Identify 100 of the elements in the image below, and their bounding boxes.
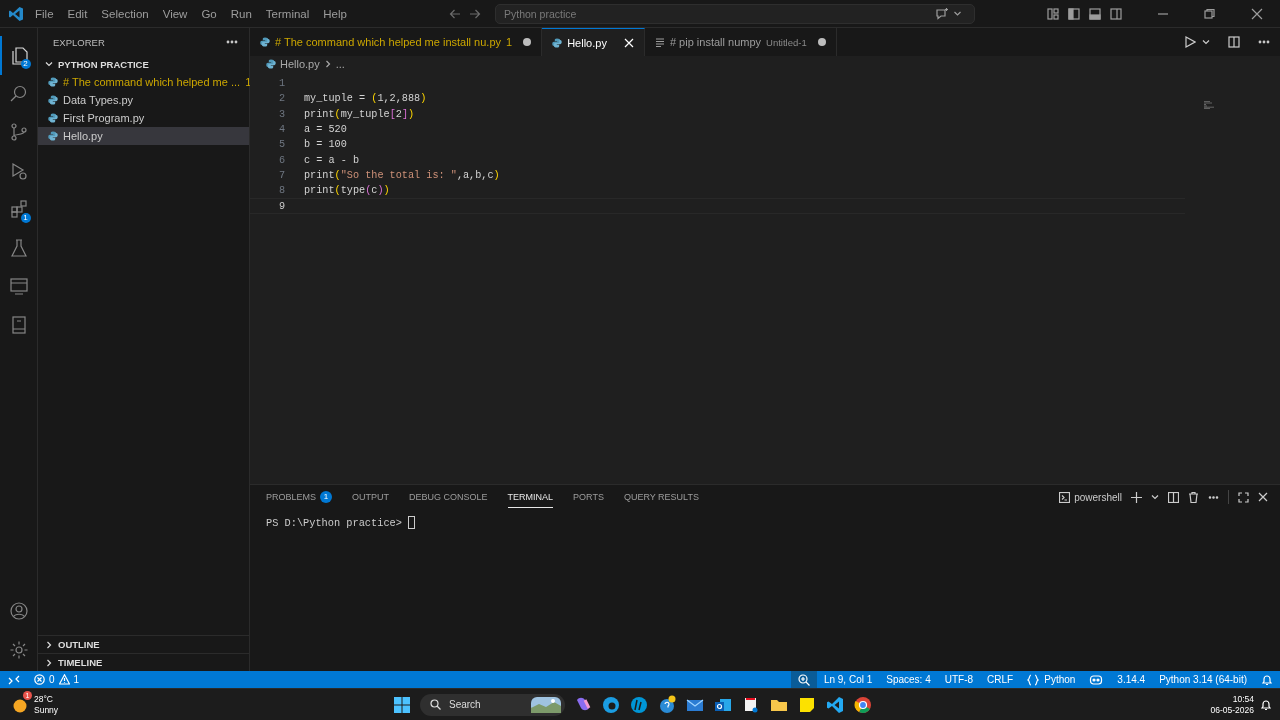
- panel-tab[interactable]: PORTS: [573, 486, 604, 508]
- bell-icon[interactable]: [1261, 673, 1273, 686]
- search-icon: [430, 699, 441, 710]
- clock-time: 10:54: [1232, 693, 1254, 705]
- files-icon[interactable]: [9, 45, 30, 66]
- terminal-selector[interactable]: powershell: [1059, 491, 1122, 503]
- explorer-entry[interactable]: Hello.py: [38, 127, 249, 145]
- status-item[interactable]: UTF-8: [937, 671, 981, 688]
- windows-logo-icon[interactable]: [392, 694, 412, 715]
- python-file-icon: [48, 77, 58, 87]
- python-file-icon: [260, 37, 270, 47]
- extensions-icon[interactable]: [8, 199, 29, 220]
- forward-arrow-icon[interactable]: [468, 7, 481, 20]
- sidebar-left-icon[interactable]: [1068, 7, 1080, 20]
- run-icon[interactable]: [1184, 36, 1196, 48]
- folder-header[interactable]: PYTHON PRACTICE: [38, 55, 249, 73]
- breadcrumb-item[interactable]: Hello.py: [280, 58, 320, 70]
- chevron-icon: [44, 59, 54, 69]
- menu-item[interactable]: Go: [194, 5, 224, 22]
- settings-icon[interactable]: [8, 639, 29, 660]
- tab-description: Untitled-1: [766, 36, 807, 48]
- search-icon[interactable]: [8, 83, 29, 104]
- line-number: 4: [277, 124, 285, 136]
- taskbar-search[interactable]: Search: [420, 693, 565, 716]
- account-icon[interactable]: [8, 601, 29, 622]
- edge-browser-icon[interactable]: [601, 694, 621, 715]
- command-center-search[interactable]: Python practice: [494, 3, 975, 24]
- split-terminal-icon[interactable]: [1168, 491, 1179, 503]
- status-item[interactable]: Ln 9, Col 1: [816, 671, 880, 688]
- problems-summary[interactable]: 0 1: [34, 674, 80, 685]
- close-icon[interactable]: [1258, 492, 1268, 502]
- status-item[interactable]: Python 3.14 (64-bit): [1152, 671, 1254, 688]
- section-header[interactable]: OUTLINE: [38, 635, 249, 653]
- chat-sparkle-icon[interactable]: [934, 6, 949, 21]
- file-name: # The command which helped me ...: [63, 76, 241, 88]
- vscode-icon[interactable]: [825, 694, 845, 715]
- chevron-icon[interactable]: [952, 9, 962, 18]
- explorer-entry[interactable]: First Program.py: [38, 109, 249, 127]
- chrome-browser-icon[interactable]: [853, 694, 873, 715]
- python-file-icon: [266, 59, 276, 69]
- clock-date: 06-05-2026: [1210, 704, 1254, 716]
- menu-item[interactable]: Selection: [94, 5, 156, 22]
- line-number: 2: [277, 93, 285, 105]
- zoom-icon[interactable]: [797, 673, 810, 686]
- flask-icon[interactable]: [8, 237, 29, 258]
- file-name: Hello.py: [63, 130, 103, 142]
- panel-tab[interactable]: DEBUG CONSOLE: [409, 486, 488, 508]
- terminal-icon: [1059, 491, 1071, 503]
- editor-tab[interactable]: # pip install numpy Untitled-1: [644, 28, 837, 56]
- line-number: 6: [277, 154, 285, 166]
- split-editor-icon[interactable]: [1228, 36, 1240, 48]
- panel-tab[interactable]: PROBLEMS 1: [266, 486, 332, 508]
- notification-bell-icon[interactable]: [1260, 698, 1272, 711]
- help-icon[interactable]: [657, 694, 677, 715]
- back-arrow-icon[interactable]: [448, 7, 461, 20]
- menu-item[interactable]: File: [28, 5, 61, 22]
- source-control-icon[interactable]: [8, 122, 29, 143]
- terminal-cursor: [407, 516, 415, 529]
- plus-icon[interactable]: [1131, 491, 1142, 503]
- status-item[interactable]: CRLF: [980, 671, 1021, 688]
- language-mode[interactable]: Python: [1020, 671, 1083, 688]
- menu-item[interactable]: Terminal: [258, 5, 317, 22]
- status-item[interactable]: 3.14.4: [1110, 671, 1153, 688]
- count-badge: 1: [20, 212, 31, 223]
- menu-item[interactable]: Help: [316, 5, 354, 22]
- maximize-icon[interactable]: [1238, 491, 1249, 503]
- hp-logo-icon[interactable]: [629, 694, 649, 715]
- line-number: 1: [277, 78, 285, 90]
- python-file-icon: [48, 113, 58, 123]
- menu-item[interactable]: Edit: [60, 5, 95, 22]
- panel-tab[interactable]: TERMINAL: [507, 486, 554, 508]
- sidebar-right-icon[interactable]: [1110, 7, 1122, 20]
- status-item[interactable]: Spaces: 4: [879, 671, 938, 688]
- layout-grid-icon[interactable]: [1047, 7, 1059, 20]
- line-number: 3: [277, 108, 285, 120]
- remote-explorer-icon[interactable]: [8, 276, 29, 297]
- chevron-icon: [323, 60, 332, 68]
- remote-icon[interactable]: [8, 673, 20, 686]
- weather-condition: Sunny: [34, 704, 59, 716]
- breadcrumb-item[interactable]: ...: [335, 58, 345, 70]
- chevron-icon[interactable]: [1202, 38, 1210, 46]
- panel-tab[interactable]: OUTPUT: [352, 486, 389, 508]
- code-line: c = a - b: [304, 154, 360, 166]
- chevron-icon[interactable]: [1151, 493, 1159, 501]
- trash-icon[interactable]: [1188, 491, 1199, 503]
- line-number: 5: [277, 139, 285, 151]
- braces-icon: [1027, 673, 1040, 686]
- code-line: a = 520: [304, 124, 347, 136]
- editor-tab[interactable]: Hello.py: [542, 28, 645, 56]
- explorer-entry[interactable]: Data Types.py: [38, 91, 249, 109]
- code-line: print(my_tuple[2]): [304, 108, 415, 120]
- error-icon: [34, 674, 45, 685]
- text-file-icon: [654, 37, 665, 47]
- sidebar-title: EXPLORER: [53, 36, 105, 48]
- menu-item[interactable]: View: [155, 5, 195, 22]
- menu-item[interactable]: Run: [223, 5, 259, 22]
- python-file-icon: [552, 37, 563, 48]
- panel-bottom-icon[interactable]: [1089, 7, 1101, 20]
- panel-tab[interactable]: QUERY RESULTS: [623, 486, 699, 508]
- vscode-logo-icon: [8, 5, 24, 22]
